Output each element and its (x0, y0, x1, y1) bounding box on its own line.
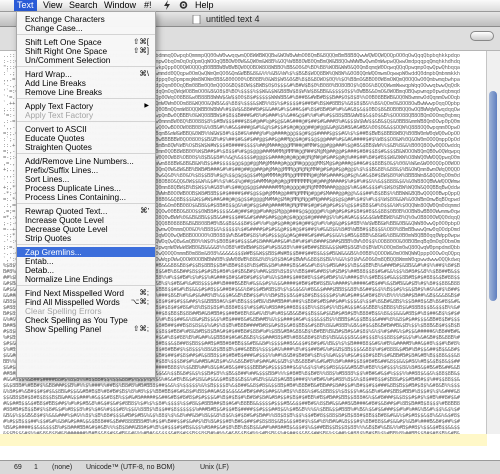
menu-item-remove-line-breaks[interactable]: Remove Line Breaks (17, 87, 155, 97)
script-menu-icon[interactable] (160, 0, 174, 11)
menu-item-label: Strip Quotes (25, 233, 72, 243)
menu-item-label: Remove Line Breaks (25, 87, 103, 97)
scroll-thumb[interactable] (489, 91, 497, 301)
status-line-number[interactable]: 69 (14, 461, 22, 474)
menu-separator (17, 244, 155, 245)
menu-item-label: Change Case... (25, 23, 83, 33)
menu-view[interactable]: View (40, 0, 65, 11)
menu-item-shortcut: ⇧⌘; (133, 324, 149, 333)
menu-separator (17, 98, 155, 99)
menu-help[interactable]: Help (192, 0, 217, 11)
menu-item-apply-text-factory: Apply Text Factory (17, 110, 155, 120)
menu-item-label: Normalize Line Endings (25, 274, 113, 284)
status-language[interactable]: (none) (52, 461, 72, 474)
menu-item-label: Show Spelling Panel (25, 324, 102, 334)
menu-item-normalize-line-endings[interactable]: Normalize Line Endings (17, 274, 155, 284)
window-title: untitled text 4 (206, 14, 260, 24)
menu-item-change-case[interactable]: Change Case... (17, 23, 155, 33)
text-menu-dropdown: Exchange Characters Change Case... Shift L… (16, 11, 156, 378)
document-icon (192, 15, 201, 24)
menu-item-show-spelling-panel[interactable]: Show Spelling Panel ⇧⌘; (17, 324, 155, 334)
gear-icon[interactable] (176, 0, 191, 11)
apple-menu-icon[interactable] (0, 0, 14, 11)
status-column: 1 (34, 464, 38, 471)
menu-item-straighten-quotes[interactable]: Straighten Quotes (17, 142, 155, 152)
status-line-endings[interactable]: Unix (LF) (200, 461, 229, 474)
menu-window[interactable]: Window (101, 0, 139, 11)
status-bar: 69 1 (none) Unicode™ (UTF-8, no BOM) Uni… (0, 460, 500, 474)
menu-item-label: Un/Comment Selection (25, 55, 111, 65)
menu-item-label: Process Lines Containing... (25, 192, 127, 202)
menu-separator (17, 203, 155, 204)
menu-text[interactable]: Text (14, 0, 37, 11)
menu-shebang[interactable]: #! (141, 0, 155, 11)
menu-separator (17, 66, 155, 67)
menu-item-label: Apply Text Factory (25, 110, 94, 120)
menu-item-strip-quotes[interactable]: Strip Quotes (17, 233, 155, 243)
status-encoding[interactable]: Unicode™ (UTF-8, no BOM) (86, 461, 175, 474)
current-line-highlight (0, 434, 487, 446)
menu-separator (17, 285, 155, 286)
menu-separator (17, 34, 155, 35)
menu-item-label: Straighten Quotes (25, 142, 92, 152)
toolbar-toggle-button[interactable] (470, 31, 494, 41)
menu-item-un-comment-selection[interactable]: Un/Comment Selection (17, 55, 155, 65)
menu-search[interactable]: Search (66, 0, 101, 11)
menu-separator (17, 153, 155, 154)
menu-separator (17, 121, 155, 122)
menu-item-process-lines-containing[interactable]: Process Lines Containing... (17, 192, 155, 202)
vertical-scrollbar[interactable] (486, 51, 500, 434)
